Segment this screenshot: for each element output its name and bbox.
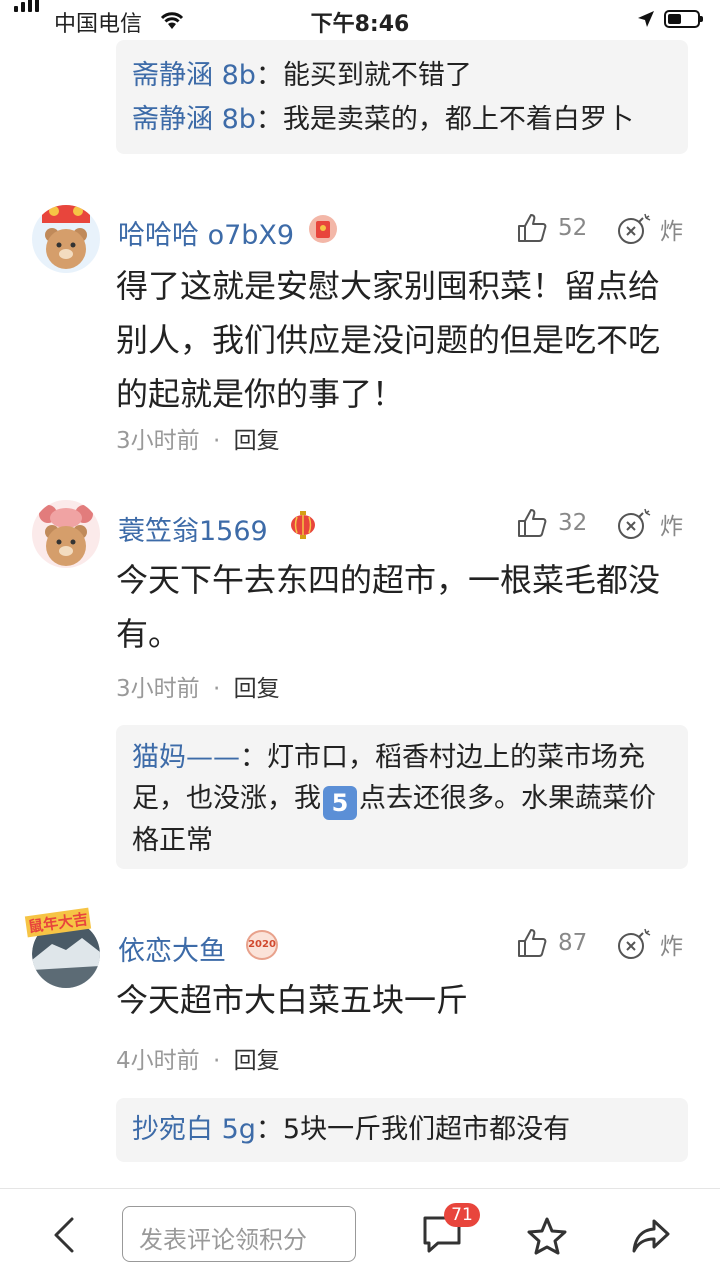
comment-text: 今天下午去东四的超市，一根菜毛都没有。 <box>116 561 661 653</box>
comment-count-badge: 71 <box>444 1203 480 1227</box>
reply-box: 斋静涵 8b：能买到就不错了 斋静涵 8b：我是卖菜的，都上不着白罗卜 <box>116 40 688 154</box>
meta-separator: · <box>212 1048 221 1074</box>
like-button[interactable]: 32 <box>516 507 587 539</box>
reply-item: 斋静涵 8b：能买到就不错了 <box>132 54 672 98</box>
bomb-icon <box>618 213 651 244</box>
comment-meta: 4小时前 · 回复 <box>116 1041 280 1075</box>
reply-button[interactable]: 回复 <box>234 1048 280 1074</box>
avatar[interactable]: 鼠年大吉 <box>24 907 100 988</box>
reply-username[interactable]: 斋静涵 8b <box>132 60 256 91</box>
reply-text: ：我是卖菜的，都上不着白罗卜 <box>255 104 634 135</box>
location-icon <box>638 11 654 27</box>
bomb-label: 炸 <box>660 514 683 540</box>
comment-input[interactable]: 发表评论领积分 <box>122 1206 356 1262</box>
comment-time: 3小时前 <box>116 676 200 702</box>
reply-button[interactable]: 回复 <box>234 676 280 702</box>
like-count: 52 <box>558 215 588 241</box>
battery-icon <box>664 10 703 28</box>
comment-time: 4小时前 <box>116 1048 200 1074</box>
comment-meta: 3小时前 · 回复 <box>116 421 280 455</box>
reply-item: 抄宛白 5g：5块一斤我们超市都没有 <box>132 1108 672 1152</box>
reply-text: ：能买到就不错了 <box>255 60 472 91</box>
username[interactable]: 依恋大鱼 <box>118 929 226 968</box>
bomb-icon <box>618 928 651 959</box>
thumb-up-icon <box>518 214 547 242</box>
meta-separator: · <box>212 428 221 454</box>
reply-button[interactable]: 回复 <box>234 428 280 454</box>
bomb-icon <box>618 508 651 539</box>
thumb-up-icon <box>518 929 547 957</box>
like-button[interactable]: 87 <box>516 927 587 959</box>
like-button[interactable]: 52 <box>516 212 587 244</box>
share-icon[interactable] <box>630 1216 672 1256</box>
like-count: 87 <box>558 930 588 956</box>
keycap-five-emoji: 5 <box>323 786 357 820</box>
reply-username[interactable]: 斋静涵 8b <box>132 104 256 135</box>
reply-text: ：5块一斤我们超市都没有 <box>255 1114 571 1145</box>
like-count: 32 <box>558 510 588 536</box>
year-2020-badge-icon: 2020 <box>246 930 278 960</box>
back-icon[interactable] <box>46 1215 82 1255</box>
bottom-toolbar: 发表评论领积分 71 <box>0 1188 720 1281</box>
reply-box: 猫妈——：灯市口，稻香村边上的菜市场充足，也没涨，我 5 点去还很多。水果蔬菜价格正… <box>116 725 688 869</box>
clock: 下午8:46 <box>310 12 410 37</box>
meta-separator: · <box>212 676 221 702</box>
comment-text: 得了这就是安慰大家别囤积菜！留点给别人，我们供应是没问题的但是吃不吃的起就是你的… <box>116 267 661 413</box>
thumb-up-icon <box>518 509 547 537</box>
reply-username[interactable]: 抄宛白 5g <box>132 1114 256 1145</box>
reply-item: 斋静涵 8b：我是卖菜的，都上不着白罗卜 <box>132 98 672 142</box>
comment-meta: 3小时前 · 回复 <box>116 669 280 703</box>
bomb-button[interactable]: 炸 <box>616 212 683 246</box>
bomb-label: 炸 <box>660 219 683 245</box>
comment-time: 3小时前 <box>116 428 200 454</box>
reply-item: 猫妈——：灯市口，稻香村边上的菜市场充足，也没涨，我 5 点去还很多。水果蔬菜价格正… <box>132 737 672 861</box>
avatar[interactable] <box>32 500 100 568</box>
comment-text: 今天超市大白菜五块一斤 <box>116 981 469 1019</box>
red-envelope-badge-icon <box>309 215 337 243</box>
reply-box: 抄宛白 5g：5块一斤我们超市都没有 <box>116 1098 688 1162</box>
username[interactable]: 哈哈哈 o7bX9 <box>118 213 294 252</box>
username[interactable]: 蓑笠翁1569 <box>118 509 268 548</box>
star-icon[interactable] <box>526 1216 568 1256</box>
bomb-button[interactable]: 炸 <box>616 507 683 541</box>
avatar[interactable] <box>32 205 100 273</box>
status-bar: 中国电信 下午8:46 <box>0 0 720 40</box>
lantern-badge-icon <box>291 511 315 539</box>
bomb-button[interactable]: 炸 <box>616 927 683 961</box>
reply-username[interactable]: 猫妈—— <box>132 742 240 773</box>
bomb-label: 炸 <box>660 934 683 960</box>
